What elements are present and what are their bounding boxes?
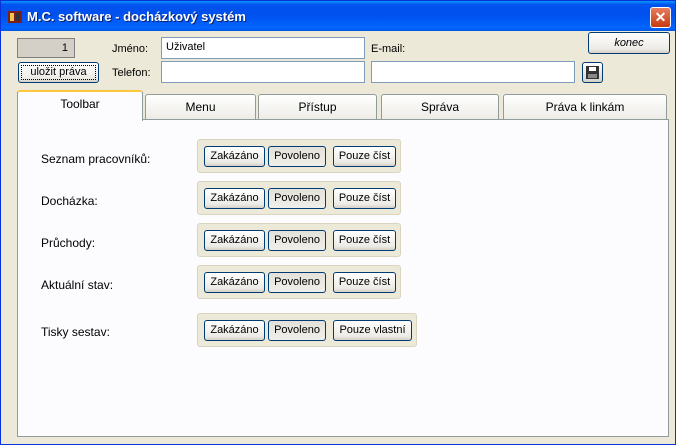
phone-field[interactable]: [161, 61, 365, 83]
option-group-employees: Zakázáno Povoleno Pouze číst: [197, 139, 401, 173]
row-label-current-state: Aktuální stav:: [41, 278, 114, 292]
floppy-disk-icon: [586, 66, 599, 79]
option-disabled-button[interactable]: Zakázáno: [204, 188, 265, 209]
window-title: M.C. software - docházkový systém: [27, 9, 246, 24]
option-readonly-button[interactable]: Pouze číst: [333, 230, 396, 251]
row-label-attendance: Docházka:: [41, 194, 98, 208]
option-own-only-button[interactable]: Pouze vlastní: [333, 320, 412, 341]
close-button[interactable]: ✕: [650, 7, 671, 28]
row-label-reports: Tisky sestav:: [41, 325, 110, 339]
tab-label: Menu: [185, 100, 216, 114]
option-group-attendance: Zakázáno Povoleno Pouze číst: [197, 181, 401, 215]
option-readonly-button[interactable]: Pouze číst: [333, 188, 396, 209]
tab-line-rights[interactable]: Práva k linkám: [503, 94, 667, 120]
save-rights-button[interactable]: uložit práva: [18, 62, 99, 83]
option-group-reports: Zakázáno Povoleno Pouze vlastní: [197, 313, 417, 347]
option-disabled-button[interactable]: Zakázáno: [204, 230, 265, 251]
option-allowed-button[interactable]: Povoleno: [268, 320, 326, 341]
tab-administration[interactable]: Správa: [381, 94, 499, 120]
close-icon: ✕: [654, 9, 667, 25]
option-allowed-button[interactable]: Povoleno: [268, 230, 326, 251]
title-bar[interactable]: M.C. software - docházkový systém ✕: [1, 1, 675, 31]
option-group-current-state: Zakázáno Povoleno Pouze číst: [197, 265, 401, 299]
app-window: M.C. software - docházkový systém ✕ 1 ul…: [0, 0, 676, 445]
option-group-passages: Zakázáno Povoleno Pouze číst: [197, 223, 401, 257]
option-allowed-button[interactable]: Povoleno: [268, 146, 326, 167]
row-label-employees: Seznam pracovníků:: [41, 152, 151, 166]
tab-label: Práva k linkám: [545, 100, 625, 114]
option-disabled-button[interactable]: Zakázáno: [204, 146, 265, 167]
option-readonly-button[interactable]: Pouze číst: [333, 146, 396, 167]
option-allowed-button[interactable]: Povoleno: [268, 188, 326, 209]
tab-menu[interactable]: Menu: [145, 94, 256, 120]
email-field[interactable]: [371, 61, 575, 83]
option-disabled-button[interactable]: Zakázáno: [204, 272, 265, 293]
tab-label: Správa: [420, 100, 460, 114]
name-label: Jméno:: [112, 43, 149, 55]
phone-label: Telefon:: [112, 67, 151, 79]
tab-toolbar[interactable]: Toolbar: [17, 90, 143, 121]
name-field[interactable]: Uživatel: [161, 37, 365, 59]
option-readonly-button[interactable]: Pouze číst: [333, 272, 396, 293]
option-disabled-button[interactable]: Zakázáno: [204, 320, 265, 341]
tab-label: Přístup: [298, 100, 337, 114]
tab-label: Toolbar: [60, 97, 100, 111]
email-label: E-mail:: [371, 43, 406, 55]
tab-access[interactable]: Přístup: [258, 94, 377, 120]
app-icon: [8, 11, 22, 23]
save-button[interactable]: [582, 62, 603, 83]
row-label-passages: Průchody:: [41, 236, 96, 250]
option-allowed-button[interactable]: Povoleno: [268, 272, 326, 293]
exit-button[interactable]: konec: [588, 32, 670, 54]
record-counter: 1: [17, 38, 75, 58]
